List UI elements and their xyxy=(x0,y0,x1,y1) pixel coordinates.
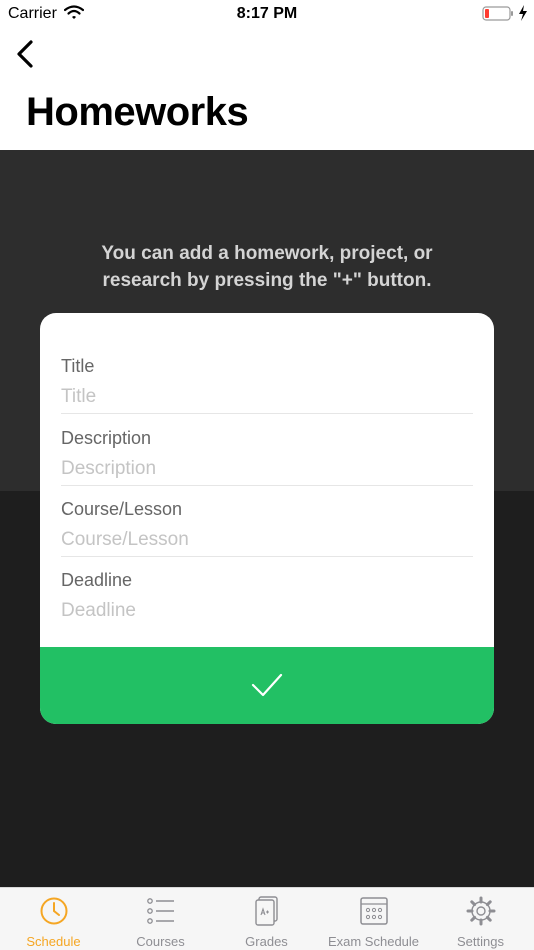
calendar-icon xyxy=(359,896,389,926)
status-bar: Carrier 8:17 PM xyxy=(0,0,534,28)
deadline-input[interactable] xyxy=(61,599,473,623)
back-button[interactable] xyxy=(14,40,38,72)
divider xyxy=(61,485,473,486)
empty-state-hint: You can add a homework, project, or rese… xyxy=(101,243,433,291)
charging-icon xyxy=(518,5,528,24)
navigation-header: Homeworks xyxy=(0,28,534,150)
description-label: Description xyxy=(61,428,152,448)
title-field: Title xyxy=(61,356,473,409)
battery-icon xyxy=(482,6,514,27)
tab-label: Settings xyxy=(457,934,504,949)
tab-courses[interactable]: Courses xyxy=(107,888,214,950)
description-field: Description xyxy=(61,428,473,481)
list-icon xyxy=(146,896,176,926)
tab-exam-schedule[interactable]: Exam Schedule xyxy=(320,888,427,950)
tab-label: Grades xyxy=(245,934,288,949)
deadline-label: Deadline xyxy=(61,570,133,590)
deadline-field: Deadline xyxy=(61,570,473,623)
add-homework-card: Title Description Course/Lesson Deadline xyxy=(40,313,494,724)
divider xyxy=(61,556,473,557)
divider xyxy=(61,413,473,414)
course-input[interactable] xyxy=(61,528,473,552)
tab-schedule[interactable]: Schedule xyxy=(0,888,107,950)
page-title: Homeworks xyxy=(26,90,249,134)
description-input[interactable] xyxy=(61,457,473,481)
course-field: Course/Lesson xyxy=(61,499,473,552)
tab-label: Schedule xyxy=(26,934,81,949)
grades-document-icon xyxy=(252,896,282,926)
chevron-left-icon xyxy=(14,40,38,76)
tab-grades[interactable]: Grades xyxy=(213,888,320,950)
gear-icon xyxy=(466,896,496,926)
course-label: Course/Lesson xyxy=(61,499,183,519)
tab-settings[interactable]: Settings xyxy=(427,888,534,950)
title-label: Title xyxy=(61,356,95,376)
tab-label: Exam Schedule xyxy=(327,934,420,949)
tab-label: Courses xyxy=(136,934,185,949)
clock-icon xyxy=(39,896,69,926)
title-input[interactable] xyxy=(61,385,473,409)
save-button[interactable] xyxy=(40,647,494,724)
tab-bar: Schedule Courses Grades Exam Schedule Se… xyxy=(0,887,534,950)
status-time: 8:17 PM xyxy=(236,5,298,22)
